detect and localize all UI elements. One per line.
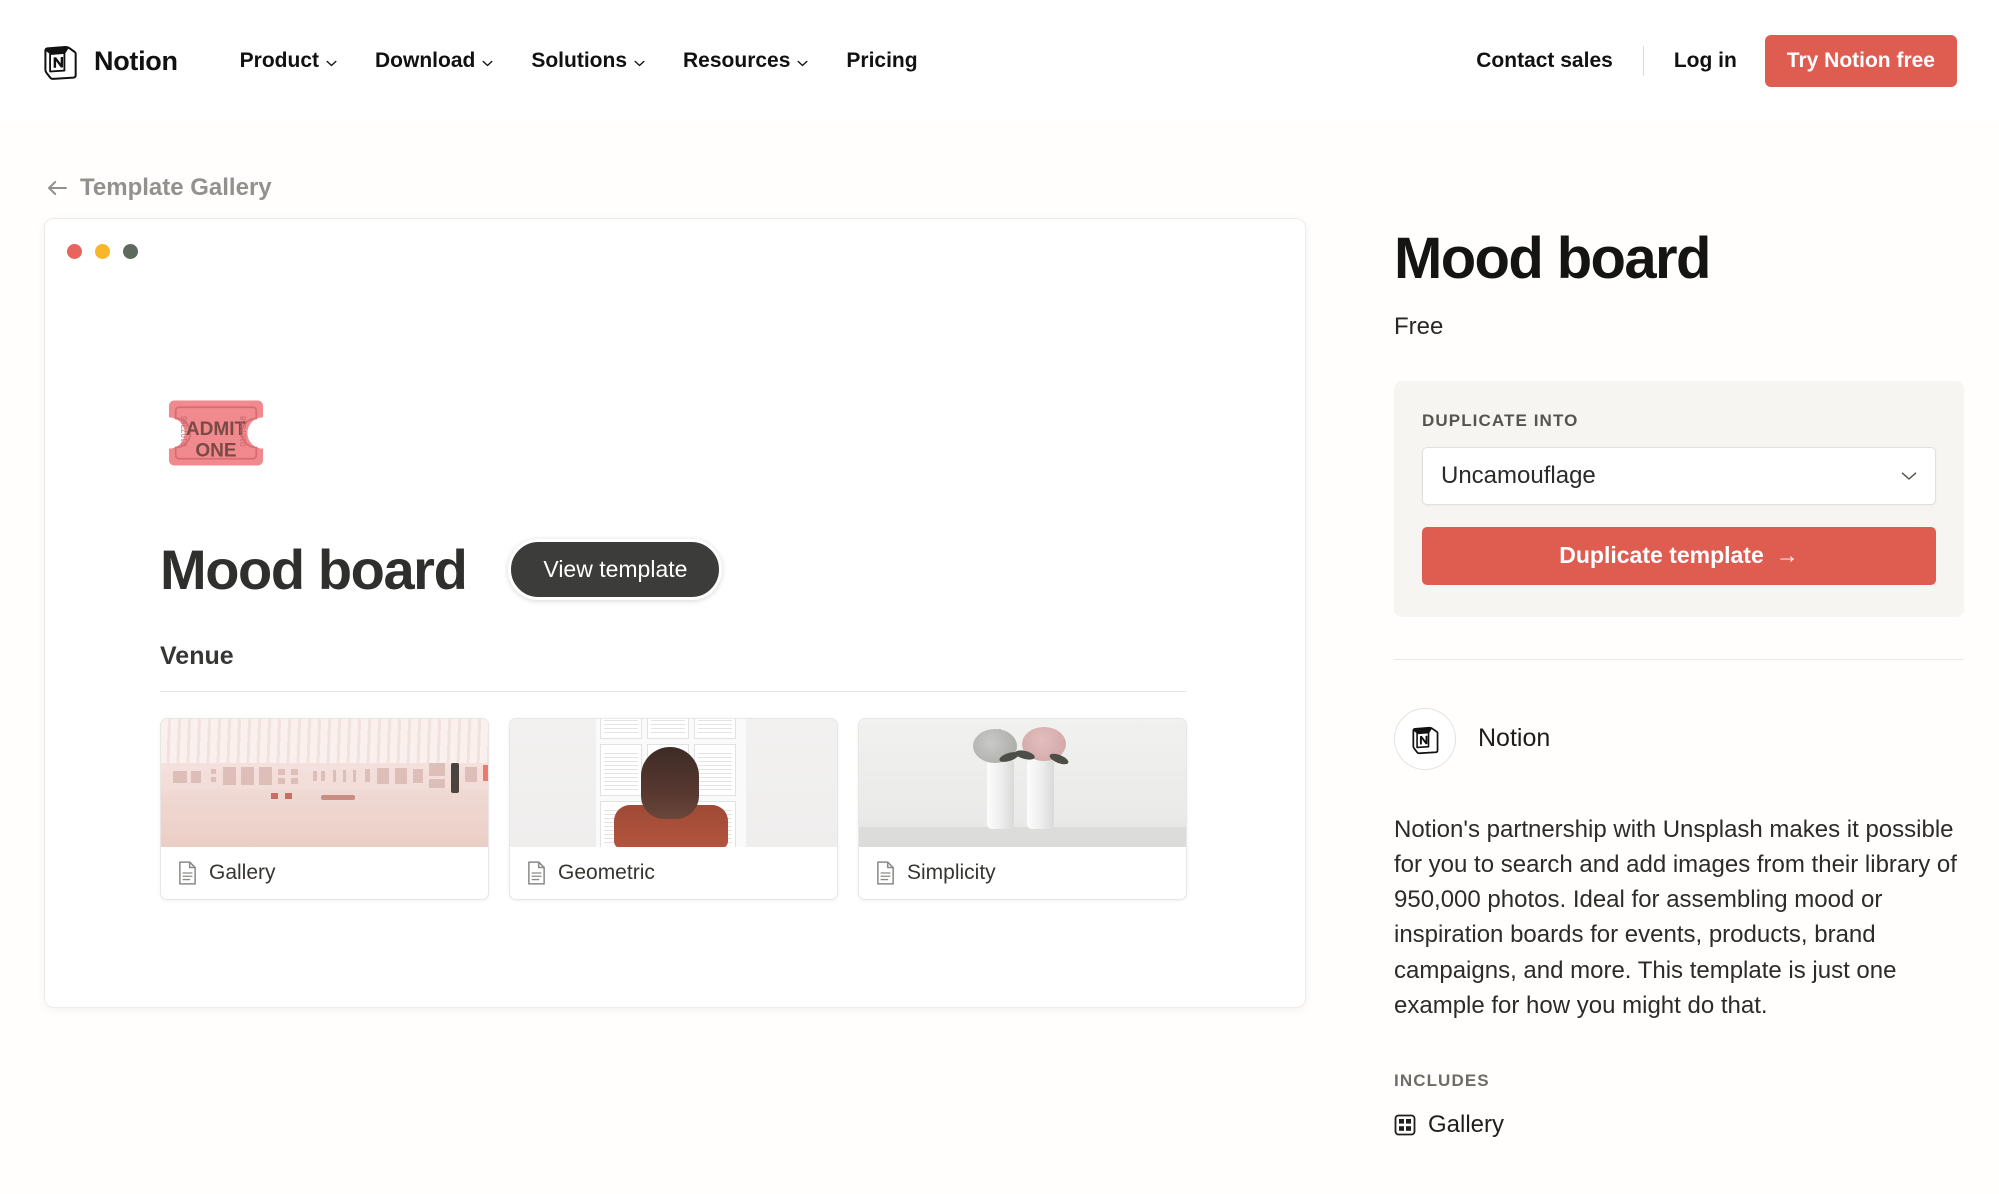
- gallery-card-thumbnail: [510, 719, 837, 847]
- chevron-down-icon: [482, 49, 493, 73]
- preview-title-row: Mood board View template: [160, 539, 1305, 600]
- preview-template-title: Mood board: [160, 537, 468, 601]
- section-divider: [160, 691, 1186, 692]
- gallery-card-label: Geometric: [558, 861, 655, 884]
- avatar: [1394, 707, 1456, 770]
- page-icon: [875, 861, 896, 885]
- template-details-panel: Mood board Free DUPLICATE INTO Uncamoufl…: [1394, 218, 1964, 1139]
- try-notion-free-button[interactable]: Try Notion free: [1764, 35, 1957, 87]
- brand-name: Notion: [94, 45, 178, 76]
- nav-label: Pricing: [846, 49, 918, 72]
- header-actions: Contact sales Log in Try Notion free: [1458, 35, 1957, 87]
- window-maximize-dot: [123, 244, 138, 259]
- workspace-select-value: Uncamouflage: [1441, 461, 1596, 489]
- gallery-card-label-row: Simplicity: [859, 847, 1186, 899]
- gallery-card-label-row: Gallery: [161, 847, 488, 899]
- window-minimize-dot: [95, 244, 110, 259]
- svg-text:0107368: 0107368: [239, 415, 248, 446]
- preview-gallery-grid: Gallery Geometric Simplicity: [160, 718, 1305, 900]
- page-icon: [526, 861, 547, 885]
- preview-body: ADMIT ONE 0107368 0107368 Mood board Vie…: [45, 259, 1305, 900]
- includes-item-gallery: Gallery: [1394, 1111, 1964, 1139]
- gallery-grid-icon: [1394, 1114, 1416, 1136]
- template-description: Notion's partnership with Unsplash makes…: [1394, 815, 1957, 1019]
- gallery-card[interactable]: Simplicity: [858, 718, 1187, 900]
- duplicate-template-label: Duplicate template: [1559, 542, 1764, 569]
- arrow-right-icon: →: [1775, 542, 1799, 569]
- chevron-down-icon: [797, 49, 808, 73]
- workspace-select[interactable]: Uncamouflage: [1422, 446, 1936, 505]
- nav-item-pricing[interactable]: Pricing: [832, 41, 931, 81]
- gallery-card[interactable]: Geometric: [509, 718, 838, 900]
- gallery-card-label: Gallery: [209, 861, 276, 884]
- nav-label: Resources: [683, 49, 791, 72]
- breadcrumb-label: Template Gallery: [80, 174, 272, 201]
- brand-logo-link[interactable]: Notion: [40, 41, 178, 81]
- page-title: Mood board: [1394, 226, 1711, 291]
- arrow-left-icon: [46, 179, 68, 197]
- gallery-card[interactable]: Gallery: [160, 718, 489, 900]
- nav-label: Solutions: [531, 49, 628, 72]
- nav-item-product[interactable]: Product: [226, 41, 351, 81]
- duplicate-panel: DUPLICATE INTO Uncamouflage Duplicate te…: [1394, 380, 1964, 617]
- nav-label: Product: [239, 49, 320, 72]
- template-price: Free: [1394, 312, 1444, 340]
- chevron-down-icon: [326, 49, 337, 73]
- gallery-card-thumbnail: [859, 719, 1186, 847]
- author-name: Notion: [1478, 724, 1551, 753]
- notion-logo-icon: [1409, 723, 1441, 755]
- template-preview-card[interactable]: ADMIT ONE 0107368 0107368 Mood board Vie…: [44, 218, 1306, 1008]
- gallery-card-label-row: Geometric: [510, 847, 837, 899]
- page-icon: [177, 861, 198, 885]
- includes-item-label: Gallery: [1428, 1111, 1505, 1139]
- admission-ticket-icon: ADMIT ONE 0107368 0107368: [160, 377, 1305, 489]
- template-author[interactable]: Notion: [1394, 707, 1964, 770]
- preview-section-heading: Venue: [160, 642, 234, 670]
- nav-label: Download: [375, 49, 476, 72]
- svg-text:ONE: ONE: [195, 441, 236, 462]
- svg-text:ADMIT: ADMIT: [186, 419, 247, 440]
- view-template-button[interactable]: View template: [508, 539, 723, 600]
- nav-item-resources[interactable]: Resources: [669, 41, 822, 81]
- duplicate-template-button[interactable]: Duplicate template →: [1422, 526, 1936, 585]
- chevron-down-icon: [1901, 471, 1917, 481]
- nav-item-download[interactable]: Download: [361, 41, 507, 81]
- breadcrumb-back-template-gallery[interactable]: Template Gallery: [46, 174, 272, 202]
- breadcrumb-row: Template Gallery: [0, 122, 1999, 218]
- window-close-dot: [67, 244, 82, 259]
- panel-divider: [1394, 658, 1964, 660]
- window-controls: [45, 219, 1305, 259]
- contact-sales-link[interactable]: Contact sales: [1458, 41, 1631, 81]
- chevron-down-icon: [634, 49, 645, 73]
- nav-item-solutions[interactable]: Solutions: [517, 41, 659, 81]
- main-nav: Product Download Solutions Resources Pri…: [226, 41, 932, 81]
- notion-logo-icon: [40, 41, 80, 81]
- site-header: Notion Product Download Solutions Resour…: [0, 0, 1999, 122]
- includes-label: INCLUDES: [1394, 1071, 1490, 1091]
- main-content: ADMIT ONE 0107368 0107368 Mood board Vie…: [0, 218, 1999, 1139]
- gallery-card-thumbnail: [161, 719, 488, 847]
- header-divider: [1642, 46, 1644, 76]
- duplicate-into-label: DUPLICATE INTO: [1422, 410, 1579, 430]
- svg-text:0107368: 0107368: [180, 415, 189, 446]
- gallery-card-label: Simplicity: [907, 861, 996, 884]
- log-in-link[interactable]: Log in: [1656, 41, 1755, 81]
